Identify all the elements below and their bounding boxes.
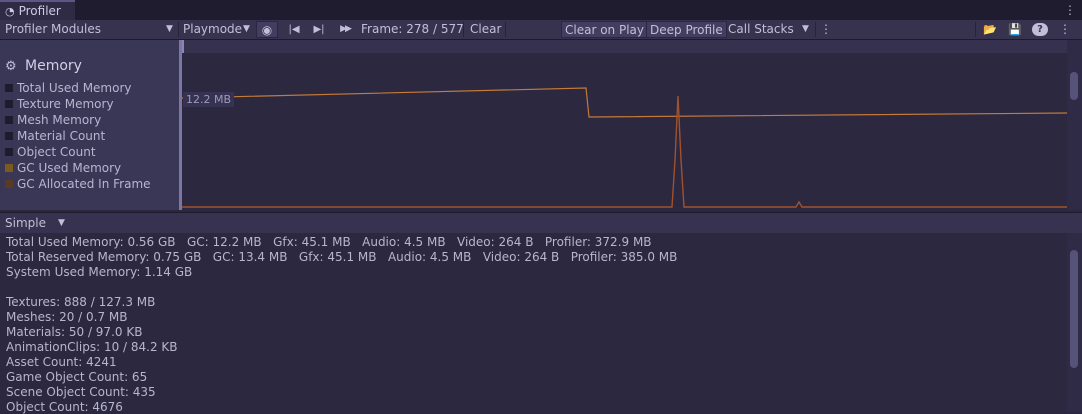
details-line: System Used Memory: 1.14 GB: [6, 265, 193, 279]
call-stacks-dropdown[interactable]: Call Stacks: [728, 20, 794, 39]
previous-frame-icon[interactable]: |◀: [284, 20, 304, 39]
playmode-target-dropdown[interactable]: Playmode: [183, 20, 242, 39]
legend-swatch[interactable]: [5, 164, 13, 172]
record-icon: ◉: [261, 23, 273, 37]
window-menu-icon[interactable]: ⋮: [1064, 3, 1076, 17]
module-title[interactable]: Memory: [25, 58, 82, 74]
record-button[interactable]: ◉: [256, 21, 278, 38]
window-tab-strip: [0, 0, 1082, 20]
details-line: Total Reserved Memory: 0.75 GB GC: 13.4 …: [6, 250, 678, 264]
profiler-tab-icon: ◔: [5, 4, 15, 18]
last-frame-icon[interactable]: ▶▶: [334, 20, 356, 39]
legend-item-label[interactable]: GC Allocated In Frame: [17, 177, 151, 191]
help-icon[interactable]: ?: [1032, 23, 1048, 36]
toolbar-menu-icon[interactable]: ⋮: [1058, 20, 1072, 39]
chart-value-label: 12.2 MB: [183, 92, 235, 107]
clear-button[interactable]: Clear: [470, 20, 501, 39]
load-data-icon[interactable]: 📂: [980, 20, 1000, 39]
details-line: AnimationClips: 10 / 84.2 KB: [6, 340, 178, 354]
legend-swatch[interactable]: [5, 148, 13, 156]
legend-swatch[interactable]: [5, 180, 13, 188]
toolbar-divider: [178, 22, 179, 37]
details-line: Asset Count: 4241: [6, 355, 117, 369]
legend-swatch[interactable]: [5, 116, 13, 124]
details-line: Meshes: 20 / 0.7 MB: [6, 310, 128, 324]
memory-module-icon: ⚙: [5, 59, 17, 74]
next-frame-icon[interactable]: ▶|: [309, 20, 329, 39]
tab-label: Profiler: [18, 4, 61, 18]
legend-swatch[interactable]: [5, 84, 13, 92]
profiler-toolbar: Profiler Modules ▼ Playmode ▼ ◉ |◀ ▶| ▶▶…: [0, 20, 1082, 40]
legend-item-label[interactable]: GC Used Memory: [17, 161, 121, 175]
details-line: Total Used Memory: 0.56 GB GC: 12.2 MB G…: [6, 235, 652, 249]
legend-swatch[interactable]: [5, 132, 13, 140]
save-data-icon[interactable]: 💾: [1005, 20, 1025, 39]
call-stacks-arrow-icon[interactable]: ▼: [802, 20, 809, 39]
toolbar-divider: [463, 22, 464, 37]
toolbar-divider: [815, 22, 816, 37]
deep-profile-button[interactable]: Deep Profile: [646, 21, 727, 38]
target-dropdown-arrow-icon[interactable]: ▼: [243, 20, 250, 39]
toolbar-divider: [975, 22, 976, 37]
memory-chart: [182, 87, 1067, 208]
toolbar-divider: [505, 22, 506, 37]
clear-on-play-button[interactable]: Clear on Play: [561, 21, 648, 38]
gc-used-memory-line: [182, 87, 1067, 118]
view-mode-arrow-icon[interactable]: ▼: [58, 213, 65, 233]
tab-profiler[interactable]: ◔ Profiler: [0, 0, 75, 20]
legend-item-label[interactable]: Total Used Memory: [17, 81, 132, 95]
more-options-icon[interactable]: ⋮: [820, 20, 832, 39]
chart-vertical-scrollbar[interactable]: [1067, 40, 1082, 210]
view-mode-dropdown[interactable]: Simple: [5, 213, 46, 233]
legend-item-label[interactable]: Object Count: [17, 145, 96, 159]
gc-allocated-in-frame-line: [182, 95, 1067, 208]
legend-item-label[interactable]: Mesh Memory: [17, 113, 101, 127]
details-line: Materials: 50 / 97.0 KB: [6, 325, 143, 339]
legend-swatch[interactable]: [5, 100, 13, 108]
frame-counter: Frame: 278 / 577: [361, 22, 464, 36]
details-line: Scene Object Count: 435: [6, 385, 156, 399]
modules-dropdown-arrow-icon[interactable]: ▼: [166, 20, 173, 39]
details-line: Game Object Count: 65: [6, 370, 148, 384]
chart-scrollbar-thumb[interactable]: [1070, 72, 1078, 100]
details-line: Textures: 888 / 127.3 MB: [6, 295, 156, 309]
details-toolbar: Simple ▼: [0, 212, 1082, 234]
legend-item-label[interactable]: Texture Memory: [17, 97, 114, 111]
legend-item-label[interactable]: Material Count: [17, 129, 105, 143]
profiler-modules-dropdown[interactable]: Profiler Modules: [5, 20, 101, 39]
details-scrollbar-thumb[interactable]: [1070, 250, 1078, 368]
